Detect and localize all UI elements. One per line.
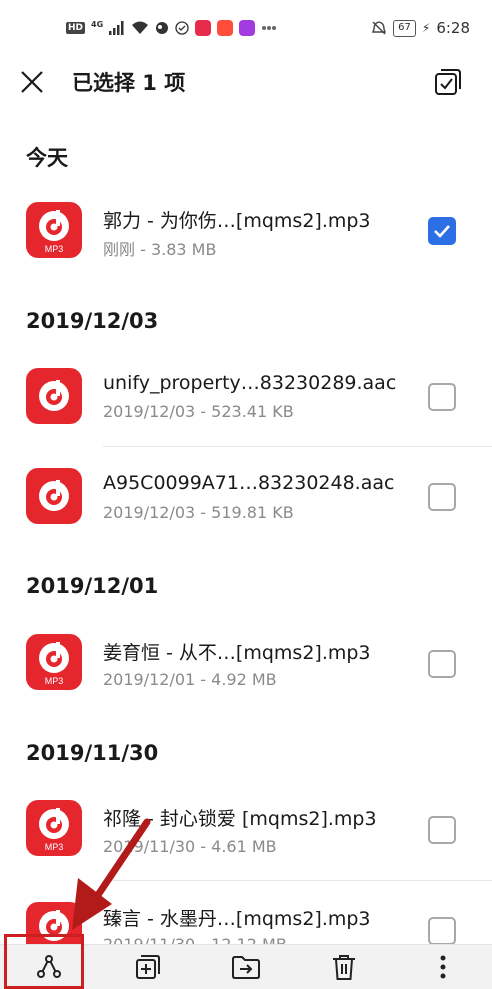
file-type-label: MP3 (45, 842, 64, 852)
close-icon (21, 71, 43, 93)
section-header-2019-12-01: 2019/12/01 (26, 574, 159, 598)
delete-button[interactable] (314, 945, 374, 989)
checkmark-icon (434, 225, 450, 238)
status-icons: HD 4G (66, 20, 277, 36)
charging-icon: ⚡ (421, 21, 431, 35)
section-header-2019-12-03: 2019/12/03 (26, 309, 159, 333)
file-name: 祁隆 - 封心锁爱 [mqms2].mp3 (103, 808, 377, 830)
network-type: 4G (91, 19, 104, 29)
music-file-icon (26, 368, 82, 424)
file-name: A95C0099A71…83230248.aac (103, 472, 395, 494)
wifi-icon (132, 21, 149, 34)
add-to-album-button[interactable] (118, 945, 178, 989)
file-name: unify_property…83230289.aac (103, 372, 397, 394)
file-row[interactable]: unify_property…83230289.aac 2019/12/03 -… (0, 346, 492, 450)
overflow-dots-icon (262, 26, 277, 30)
more-button[interactable] (413, 945, 473, 989)
app-notification-icon (217, 20, 234, 36)
battery-indicator: 67 (393, 19, 416, 37)
file-name: 臻言 - 水墨丹…[mqms2].mp3 (103, 908, 371, 930)
page-title: 已选择 1 项 (72, 71, 186, 95)
select-all-button[interactable] (426, 60, 470, 104)
move-button[interactable] (216, 945, 276, 989)
file-row[interactable]: A95C0099A71…83230248.aac 2019/12/03 - 51… (0, 450, 492, 554)
app-notification-icon (195, 20, 212, 36)
move-icon (231, 956, 260, 979)
file-type-label: MP3 (45, 676, 64, 686)
more-icon (440, 955, 446, 979)
clock: 6:28 (436, 19, 470, 37)
music-file-icon: MP3 (26, 202, 82, 258)
file-meta: 2019/12/03 - 519.81 KB (103, 503, 294, 522)
row-checkbox[interactable] (428, 917, 456, 945)
check-circle-icon (175, 21, 189, 35)
row-checkbox[interactable] (428, 650, 456, 678)
row-divider (103, 880, 492, 881)
row-divider (103, 446, 492, 447)
file-type-label: MP3 (45, 244, 64, 254)
music-file-icon: MP3 (26, 634, 82, 690)
delete-icon (333, 955, 356, 980)
file-meta: 2019/12/03 - 523.41 KB (103, 402, 294, 421)
vpn-icon (156, 22, 169, 34)
file-meta: 2019/11/30 - 4.61 MB (103, 837, 277, 856)
row-checkbox[interactable] (428, 816, 456, 844)
status-bar: HD 4G 67 ⚡ 6:28 (0, 0, 492, 56)
file-meta: 2019/12/01 - 4.92 MB (103, 670, 277, 689)
file-name: 郭力 - 为你伤…[mqms2].mp3 (103, 210, 371, 232)
status-right: 67 ⚡ 6:28 (371, 19, 470, 37)
file-row[interactable]: MP3 姜育恒 - 从不…[mqms2].mp3 2019/12/01 - 4.… (0, 612, 492, 716)
music-file-icon (26, 468, 82, 524)
music-file-icon: MP3 (26, 800, 82, 856)
file-name: 姜育恒 - 从不…[mqms2].mp3 (103, 642, 371, 664)
row-checkbox[interactable] (428, 383, 456, 411)
app-notification-icon (239, 20, 256, 36)
annotation-highlight-box (4, 934, 84, 989)
row-checkbox[interactable] (428, 483, 456, 511)
file-row[interactable]: MP3 祁隆 - 封心锁爱 [mqms2].mp3 2019/11/30 - 4… (0, 778, 492, 882)
mute-bell-icon (372, 21, 387, 35)
close-button[interactable] (2, 56, 62, 108)
selection-toolbar: 已选择 1 项 (0, 56, 492, 108)
file-meta: 刚刚 - 3.83 MB (103, 240, 217, 259)
section-header-2019-11-30: 2019/11/30 (26, 741, 159, 765)
hd-badge: HD (66, 22, 86, 34)
section-header-today: 今天 (26, 146, 68, 170)
signal-icon (109, 21, 124, 35)
file-row[interactable]: MP3 郭力 - 为你伤…[mqms2].mp3 刚刚 - 3.83 MB (0, 180, 492, 284)
row-checkbox[interactable] (428, 217, 456, 245)
add-to-album-icon (135, 955, 160, 979)
select-all-icon (435, 69, 461, 95)
